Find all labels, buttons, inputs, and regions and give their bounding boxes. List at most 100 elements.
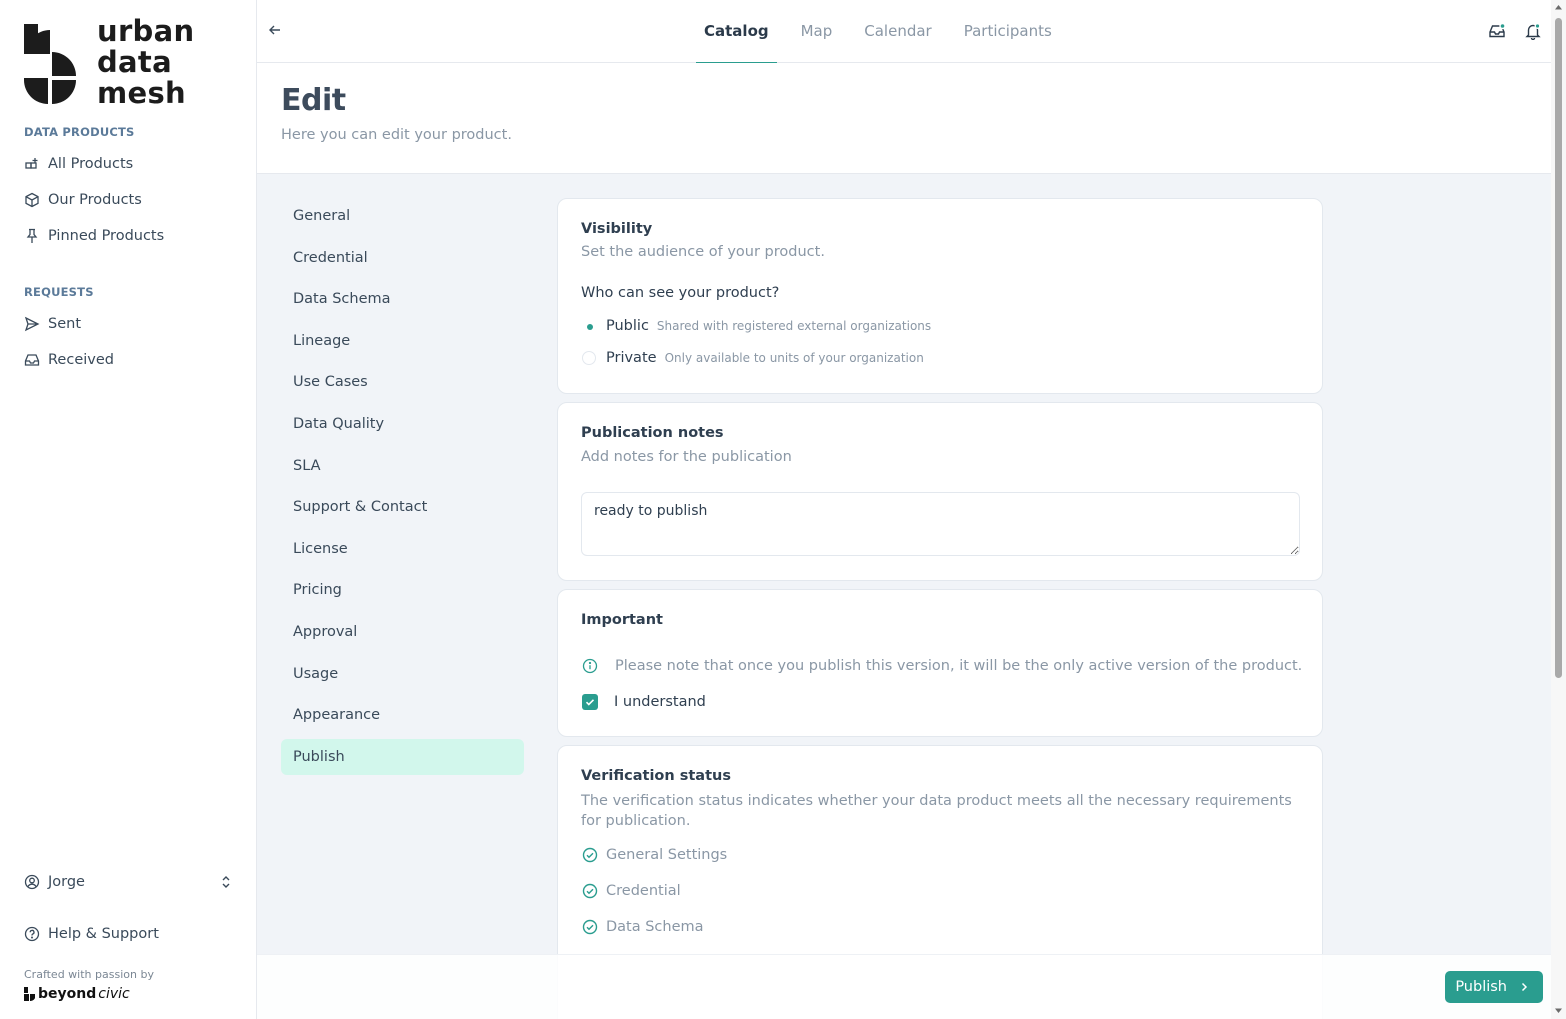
- understand-label: I understand: [614, 694, 706, 710]
- back-arrow-icon[interactable]: [267, 22, 283, 38]
- edit-subnav: General Credential Data Schema Lineage U…: [281, 198, 524, 780]
- publication-notes-textarea[interactable]: ready to publish: [581, 492, 1300, 556]
- tab-participants[interactable]: Participants: [956, 0, 1060, 63]
- subnav-data-schema[interactable]: Data Schema: [281, 281, 524, 317]
- pin-icon: [26, 228, 38, 243]
- radio-private-label: Private: [606, 350, 657, 366]
- inbox-notification-icon[interactable]: [1488, 22, 1506, 40]
- verification-title: Verification status: [581, 768, 731, 784]
- subnav-license[interactable]: License: [281, 531, 524, 567]
- subnav-data-quality[interactable]: Data Quality: [281, 406, 524, 442]
- grid-plus-icon: [25, 158, 38, 169]
- page-subtitle: Here you can edit your product.: [281, 127, 512, 143]
- main-tabs: Catalog Map Calendar Participants: [696, 0, 1076, 64]
- verify-item-label: Data Schema: [606, 919, 704, 935]
- radio-private-desc: Only available to units of your organiza…: [664, 351, 924, 365]
- logo-line-1: urban: [97, 14, 195, 48]
- verify-item-label: Credential: [606, 883, 681, 899]
- nav-all-products[interactable]: All Products: [24, 154, 133, 174]
- tab-calendar[interactable]: Calendar: [856, 0, 939, 63]
- user-name: Jorge: [48, 874, 85, 890]
- user-circle-icon: [24, 874, 40, 890]
- subnav-appearance[interactable]: Appearance: [281, 697, 524, 733]
- nav-pinned-products[interactable]: Pinned Products: [24, 226, 164, 246]
- brand-italic: civic: [98, 986, 130, 1002]
- nav-pinned-products-label: Pinned Products: [48, 228, 165, 244]
- scroll-down-arrow-icon[interactable]: [1554, 1006, 1563, 1015]
- page-title: Edit: [281, 83, 346, 118]
- bell-icon[interactable]: [1524, 22, 1542, 40]
- radio-public-desc: Shared with registered external organiza…: [656, 319, 932, 333]
- section-title-requests: REQUESTS: [24, 285, 94, 299]
- visibility-question: Who can see your product?: [581, 285, 780, 301]
- publication-notes-title: Publication notes: [581, 425, 724, 441]
- tab-map[interactable]: Map: [793, 0, 841, 63]
- important-card: Important Please note that once you publ…: [557, 589, 1323, 737]
- important-note-text: Please note that once you publish this v…: [615, 658, 1303, 674]
- scroll-up-arrow-icon[interactable]: [1554, 3, 1563, 12]
- subnav-sla[interactable]: SLA: [281, 448, 524, 484]
- user-menu[interactable]: Jorge: [24, 874, 232, 890]
- nav-all-products-label: All Products: [48, 156, 134, 172]
- logo-line-2: data: [97, 45, 172, 79]
- scroll-thumb[interactable]: [1555, 18, 1562, 678]
- understand-checkbox[interactable]: [582, 694, 598, 710]
- crafted-text: Crafted with passion by: [24, 968, 154, 981]
- publish-button-label: Publish: [1455, 979, 1507, 995]
- verification-subtitle: The verification status indicates whethe…: [581, 793, 1292, 829]
- tab-catalog[interactable]: Catalog: [696, 0, 777, 64]
- subnav-pricing[interactable]: Pricing: [281, 572, 524, 608]
- help-support-link[interactable]: Help & Support: [24, 926, 159, 942]
- bottom-action-bar: Publish: [257, 954, 1551, 1019]
- logo-mark-icon: [24, 24, 76, 104]
- publication-notes-card: Publication notes Add notes for the publ…: [557, 402, 1323, 581]
- chevron-right-icon: [1521, 982, 1528, 992]
- nav-received[interactable]: Received: [24, 350, 114, 370]
- radio-private-circle[interactable]: [582, 351, 596, 365]
- important-note: Please note that once you publish this v…: [582, 658, 1302, 674]
- nav-sent-label: Sent: [48, 316, 82, 332]
- visibility-subtitle: Set the audience of your product.: [581, 244, 825, 260]
- page-header: Edit Here you can edit your product.: [257, 63, 1551, 174]
- info-icon: [582, 658, 598, 674]
- beyondcivic-logo[interactable]: beyond civic: [24, 986, 130, 1002]
- radio-public[interactable]: Public Shared with registered external o…: [582, 318, 931, 334]
- visibility-card: Visibility Set the audience of your prod…: [557, 198, 1323, 394]
- verify-item-general-settings: General Settings: [582, 847, 727, 863]
- verify-item-label: General Settings: [606, 847, 728, 863]
- subnav-general[interactable]: General: [281, 198, 524, 234]
- logo[interactable]: urban data mesh: [24, 16, 194, 109]
- understand-checkbox-row[interactable]: I understand: [582, 694, 706, 710]
- send-icon: [24, 316, 40, 332]
- check-circle-icon: [582, 847, 598, 863]
- important-title: Important: [581, 612, 663, 628]
- subnav-usage[interactable]: Usage: [281, 656, 524, 692]
- beyondcivic-mark-icon: [24, 987, 35, 1001]
- nav-our-products[interactable]: Our Products: [24, 190, 142, 210]
- subnav-approval[interactable]: Approval: [281, 614, 524, 650]
- inbox-icon: [24, 354, 40, 366]
- subnav-lineage[interactable]: Lineage: [281, 323, 524, 359]
- section-title-data-products: DATA PRODUCTS: [24, 125, 135, 139]
- nav-received-label: Received: [48, 352, 114, 368]
- subnav-use-cases[interactable]: Use Cases: [281, 364, 524, 400]
- sidebar: urban data mesh DATA PRODUCTS All Produc…: [0, 0, 257, 1019]
- subnav-support-contact[interactable]: Support & Contact: [281, 489, 524, 525]
- publish-button[interactable]: Publish: [1445, 971, 1543, 1003]
- publication-notes-subtitle: Add notes for the publication: [581, 449, 792, 465]
- content-area: General Credential Data Schema Lineage U…: [257, 174, 1551, 1019]
- nav-our-products-label: Our Products: [48, 192, 142, 208]
- verify-item-data-schema: Data Schema: [582, 919, 704, 935]
- check-circle-icon: [582, 919, 598, 935]
- subnav-publish[interactable]: Publish: [281, 738, 524, 775]
- visibility-title: Visibility: [581, 221, 653, 237]
- check-circle-icon: [582, 883, 598, 899]
- help-circle-icon: [24, 926, 40, 942]
- page-scrollbar[interactable]: [1551, 0, 1566, 1019]
- radio-public-circle[interactable]: [582, 319, 596, 333]
- subnav-credential[interactable]: Credential: [281, 240, 524, 276]
- brand-bold: beyond: [38, 986, 97, 1002]
- radio-private[interactable]: Private Only available to units of your …: [582, 350, 924, 366]
- nav-sent[interactable]: Sent: [24, 314, 81, 334]
- check-icon: [585, 699, 595, 706]
